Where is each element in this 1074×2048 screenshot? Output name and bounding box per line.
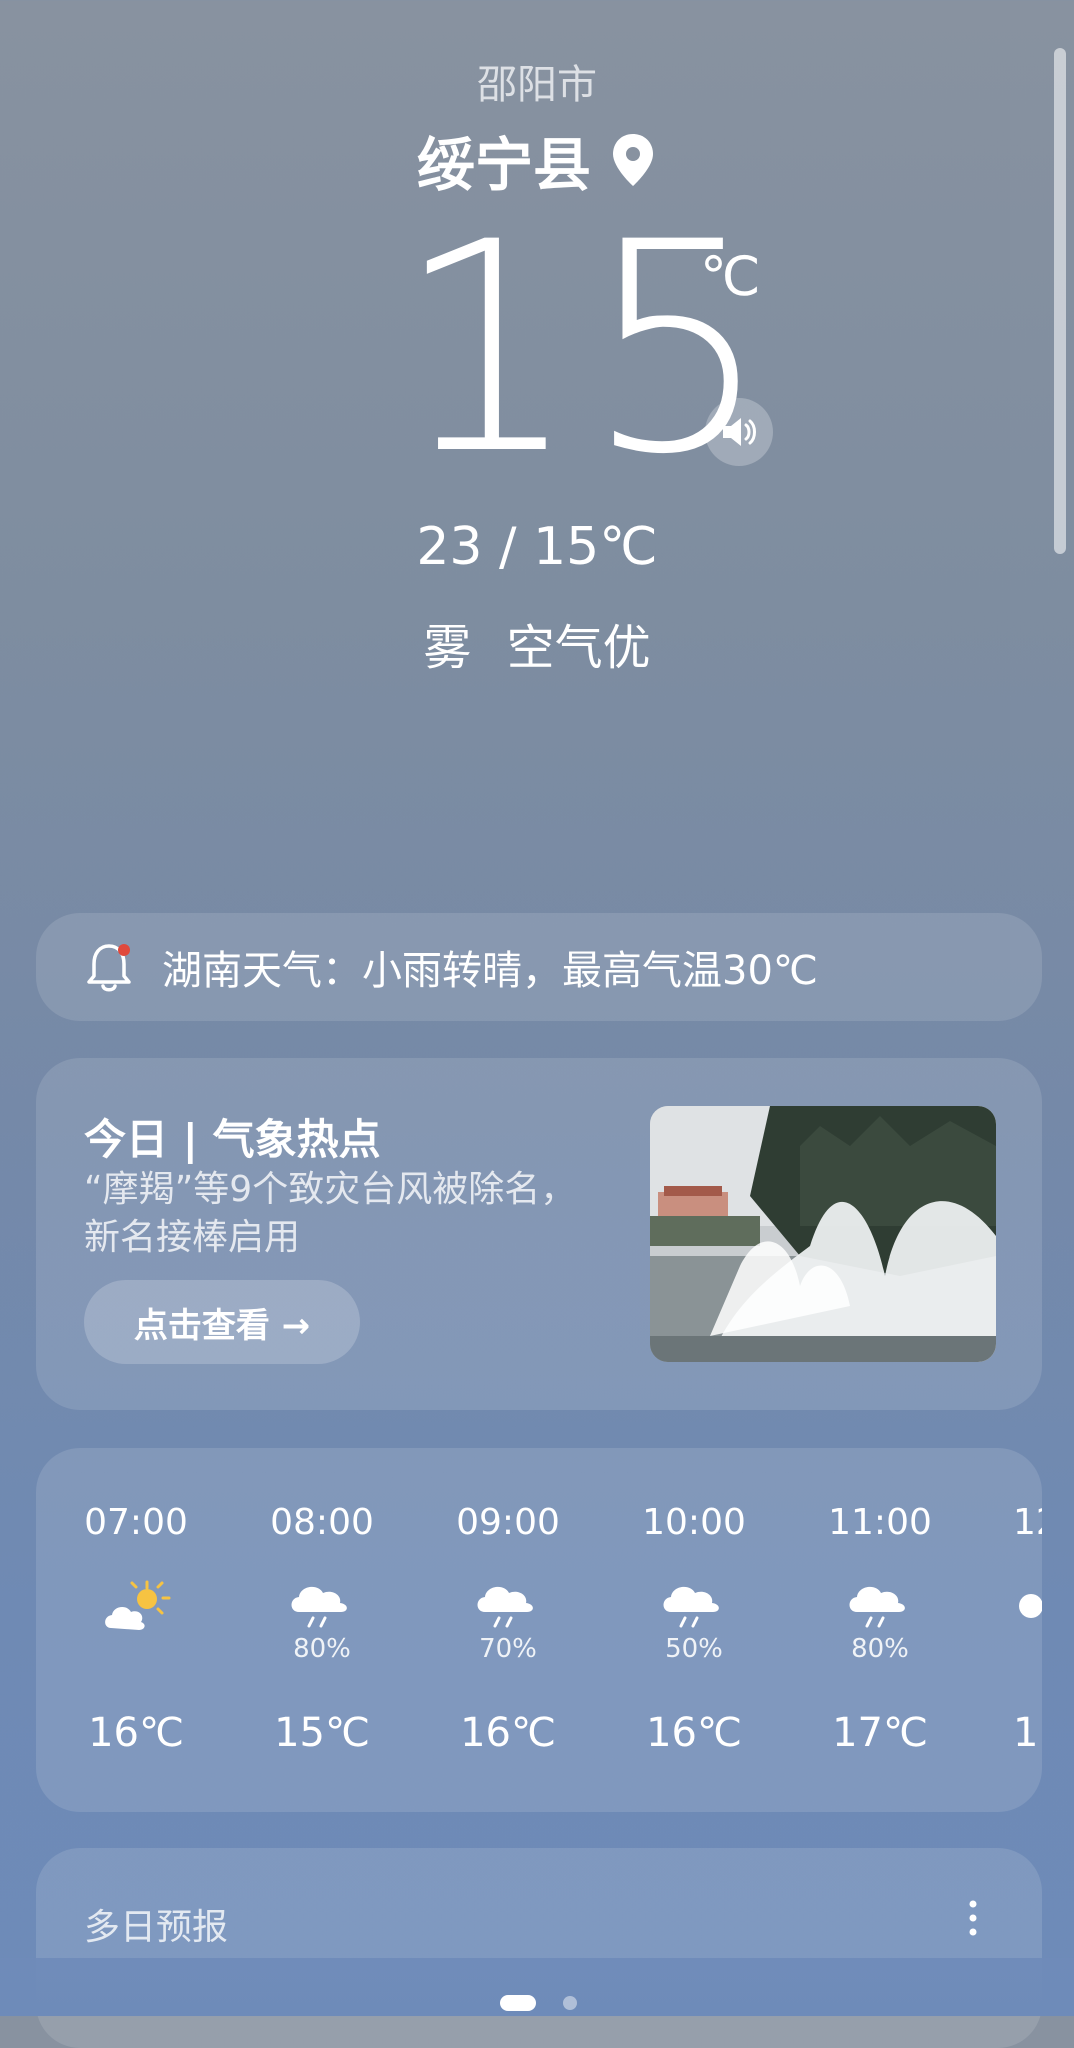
precip-chance: 50% (665, 1634, 723, 1664)
temperature-range: 23 / 15℃ (416, 517, 658, 577)
rain-icon (849, 1586, 905, 1628)
page-indicator-inactive[interactable] (563, 1996, 577, 2010)
multi-day-forecast-card[interactable]: 多日预报 (36, 1848, 1042, 2048)
rain-icon (291, 1586, 347, 1628)
hour-temperature: 1 (1013, 1710, 1039, 1756)
news-description: “摩羯”等9个致灾台风被除名，新名接棒启用 (84, 1169, 577, 1258)
page-indicator-active[interactable] (500, 1995, 536, 2011)
hour-temperature: 16℃ (88, 1710, 184, 1756)
speaker-icon (723, 418, 756, 446)
precip-chance: 70% (479, 1634, 537, 1664)
more-options-icon[interactable] (968, 1898, 978, 1938)
weather-alert-card[interactable]: 湖南天气：小雨转晴，最高气温30℃ (36, 913, 1042, 1021)
precip-chance: 80% (293, 1634, 351, 1664)
hour-temperature: 16℃ (646, 1710, 742, 1756)
hourly-forecast-card[interactable]: 07:00 16℃ 08:00 80% 15℃ 09:00 70% 16℃ 10… (36, 1448, 1042, 1812)
bell-icon (87, 944, 131, 992)
hour-time: 11:00 (828, 1502, 932, 1543)
hour-temperature: 15℃ (274, 1710, 370, 1756)
hour-time: 07:00 (84, 1502, 188, 1543)
air-quality[interactable]: 空气优 (507, 620, 651, 676)
partly-sunny-icon (1019, 1594, 1042, 1618)
news-title: 今日 | 气象热点 (84, 1115, 381, 1164)
hour-temperature: 16℃ (460, 1710, 556, 1756)
weather-news-card[interactable]: 今日 | 气象热点 “摩羯”等9个致灾台风被除名，新名接棒启用 点击查看 → (36, 1058, 1042, 1410)
partly-sunny-icon (105, 1580, 171, 1630)
hour-time: 09:00 (456, 1502, 560, 1543)
alert-text: 湖南天气：小雨转晴，最高气温30℃ (162, 948, 818, 994)
temperature-unit: ℃ (700, 245, 761, 308)
hour-time: 08:00 (270, 1502, 374, 1543)
hour-temperature: 17℃ (832, 1710, 928, 1756)
city-name: 邵阳市 (477, 62, 597, 108)
weather-condition-row: 雾 空气优 (0, 608, 1074, 678)
precip-chance: 80% (851, 1634, 909, 1664)
speaker-button[interactable] (705, 398, 773, 466)
rain-icon (477, 1586, 533, 1628)
view-details-button[interactable]: 点击查看 → (84, 1280, 360, 1364)
news-photo[interactable] (650, 1106, 996, 1362)
rain-icon (663, 1586, 719, 1628)
bottom-fade (0, 1958, 1074, 2016)
weather-condition: 雾 (423, 620, 472, 676)
location-pin-icon (613, 134, 653, 186)
hour-time: 10:00 (642, 1502, 746, 1543)
storm-waves-image (650, 1106, 996, 1362)
forecast-title: 多日预报 (84, 1907, 229, 1948)
hour-time: 12 (1013, 1502, 1042, 1543)
